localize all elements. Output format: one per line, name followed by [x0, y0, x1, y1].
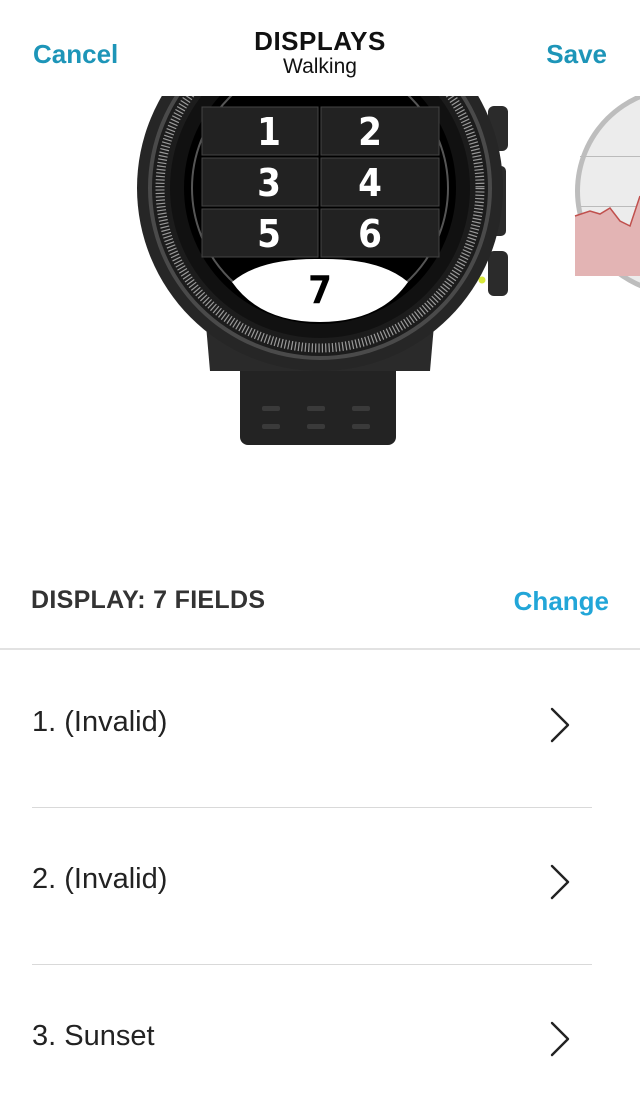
- field-label: 2. (Invalid): [32, 863, 168, 895]
- chevron-right-icon: [550, 707, 570, 743]
- display-layout-label: DISPLAY: 7 FIELDS: [31, 586, 266, 614]
- next-display-preview: [574, 96, 640, 289]
- display-layout-row: DISPLAY: 7 FIELDS Change: [0, 572, 640, 650]
- watch-field-3: 3: [257, 161, 281, 205]
- save-button[interactable]: Save: [546, 39, 607, 70]
- page-title: DISPLAYS: [254, 26, 386, 56]
- watch-field-1: 1: [257, 110, 281, 154]
- change-button[interactable]: Change: [514, 586, 609, 617]
- nav-header: Cancel DISPLAYS Walking Save: [0, 0, 640, 96]
- watch-field-2: 2: [358, 110, 382, 154]
- chevron-right-icon: [550, 1021, 570, 1057]
- display-carousel[interactable]: 1 2 3 4 5 6 7: [0, 96, 640, 456]
- watch-field-7: 7: [308, 268, 332, 312]
- page-subtitle: Walking: [283, 55, 357, 78]
- chevron-right-icon: [550, 864, 570, 900]
- field-list-item-1[interactable]: 1. (Invalid): [32, 651, 592, 808]
- watch-field-5: 5: [257, 212, 281, 256]
- field-list-item-3[interactable]: 3. Sunset: [32, 965, 592, 1104]
- field-list: 1. (Invalid) 2. (Invalid) 3. Sunset: [0, 651, 640, 1104]
- field-list-item-2[interactable]: 2. (Invalid): [32, 808, 592, 965]
- watch-preview: 1 2 3 4 5 6 7: [137, 96, 640, 445]
- watch-field-6: 6: [358, 212, 382, 256]
- field-label: 3. Sunset: [32, 1020, 155, 1052]
- watch-field-4: 4: [358, 161, 382, 205]
- field-label: 1. (Invalid): [32, 706, 168, 738]
